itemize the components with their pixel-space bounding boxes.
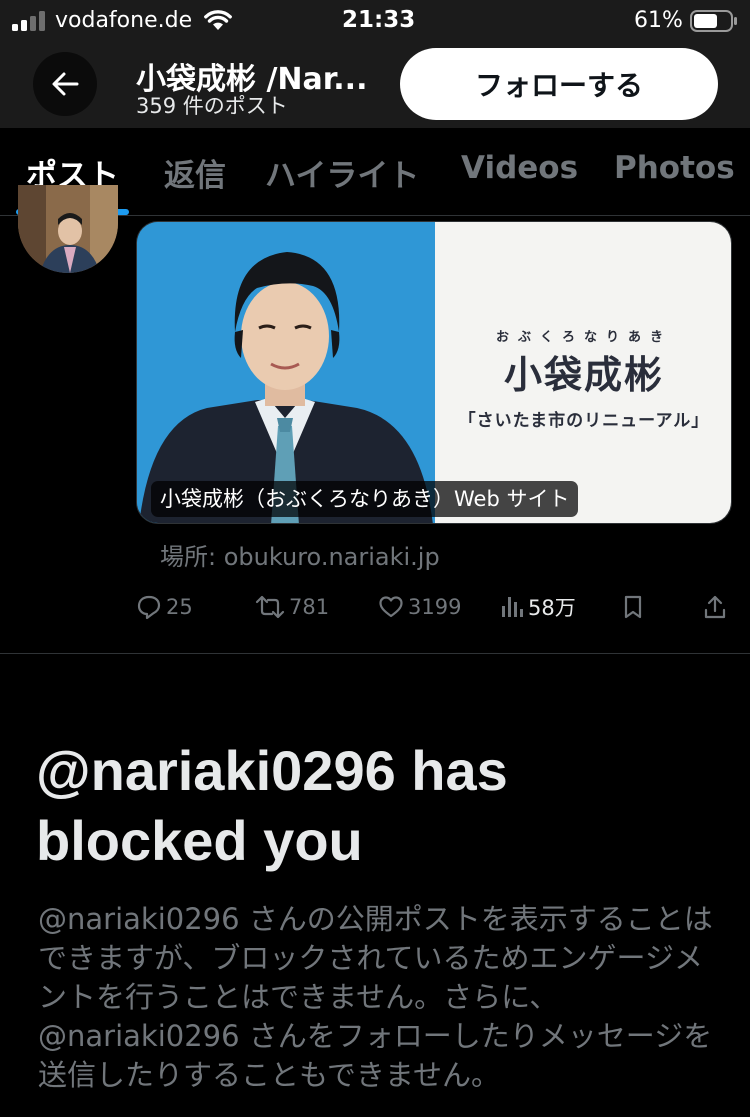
- heart-icon: [379, 596, 403, 618]
- card-name: 小袋成彬: [503, 353, 664, 397]
- follow-button[interactable]: フォローする: [400, 48, 718, 120]
- repost-button[interactable]: 781: [255, 590, 329, 624]
- tab-photos[interactable]: Photos: [614, 150, 735, 186]
- repost-icon: [255, 595, 285, 619]
- views-chart-icon: [502, 597, 523, 617]
- profile-header: 小袋成彬 /Nar... 359 件のポスト フォローする: [0, 42, 750, 128]
- reply-icon: [137, 595, 161, 620]
- card-caption: 小袋成彬（おぶくろなりあき）Web サイト: [151, 481, 579, 517]
- card-ruby: おぶくろなりあき: [495, 330, 672, 345]
- share-button[interactable]: [703, 590, 731, 624]
- views-count: 58万: [528, 596, 576, 620]
- divider: [0, 653, 750, 654]
- card-tagline: 「さいたま市のリニューアル」: [458, 411, 710, 431]
- card-title-panel: おぶくろなりあき 小袋成彬 「さいたま市のリニューアル」: [435, 222, 731, 523]
- reply-button[interactable]: 25: [136, 590, 193, 624]
- tab-replies[interactable]: 返信: [164, 150, 226, 195]
- blocked-description: @nariaki0296 さんの公開ポストを表示することはできますが、ブロックさ…: [38, 902, 713, 1092]
- views-button[interactable]: 58万: [500, 590, 576, 624]
- card-photo: [137, 222, 435, 523]
- wifi-icon: [204, 10, 232, 30]
- post-actions: 25 781 3199 58万: [0, 590, 750, 624]
- bookmark-icon: [624, 595, 642, 619]
- clock: 21:33: [342, 7, 416, 33]
- blocked-heading: @nariaki0296 has blocked you: [36, 739, 508, 872]
- portrait-image: [137, 222, 435, 523]
- location-link[interactable]: 場所: obukuro.nariaki.jp: [160, 537, 440, 572]
- bookmark-button[interactable]: [622, 590, 648, 624]
- avatar-photo: [18, 185, 118, 273]
- link-card[interactable]: おぶくろなりあき 小袋成彬 「さいたま市のリニューアル」 小袋成彬（おぶくろなり…: [136, 221, 732, 524]
- reply-count: 25: [166, 595, 193, 619]
- back-button[interactable]: [33, 52, 97, 116]
- signal-icon: [12, 11, 45, 31]
- status-bar: vodafone.de 21:33 61%: [0, 0, 750, 42]
- like-count: 3199: [408, 595, 462, 619]
- repost-count: 781: [289, 595, 330, 619]
- battery-percent: 61%: [634, 8, 683, 33]
- tab-highlights[interactable]: ハイライト: [265, 150, 419, 195]
- carrier-label: vodafone.de: [55, 8, 193, 33]
- post-count: 359 件のポスト: [136, 94, 288, 118]
- avatar[interactable]: [18, 185, 118, 273]
- arrow-left-icon: [52, 72, 79, 96]
- tab-videos[interactable]: Videos: [461, 150, 578, 186]
- share-icon: [704, 595, 726, 619]
- like-button[interactable]: 3199: [378, 590, 461, 624]
- battery-icon: [690, 10, 737, 32]
